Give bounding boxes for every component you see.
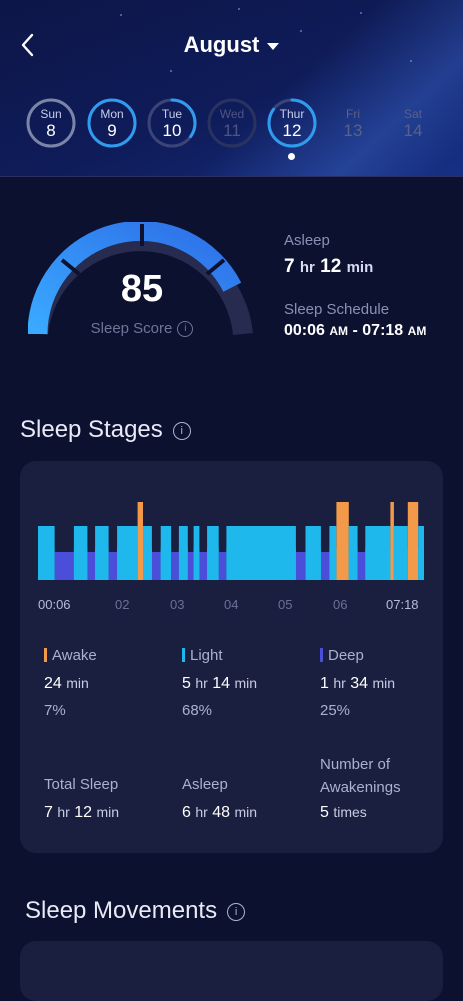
day-name: Tue (161, 107, 183, 121)
asleep-label: Asleep (284, 232, 330, 249)
segment-deep (108, 552, 118, 580)
day-date: 9 (107, 121, 117, 140)
month-label: August (183, 32, 260, 57)
schedule-value: 00:06 AM - 07:18 AM (284, 322, 427, 339)
day-name: Fri (346, 107, 360, 121)
header-divider (0, 176, 463, 177)
info-icon[interactable]: i (227, 902, 246, 921)
asleep-stat-label: Asleep (182, 776, 228, 793)
segment-light-base (193, 548, 200, 580)
segment-light-base (160, 548, 172, 580)
awake-swatch (44, 648, 47, 662)
light-percent: 68% (182, 702, 213, 719)
day-name: Wed (219, 107, 245, 121)
sleep-movements-title: Sleep Movements i (25, 897, 246, 925)
segment-deep (171, 552, 179, 580)
light-value: 5 hr 14 min (182, 675, 258, 692)
header-background-glow (182, 0, 463, 176)
total-sleep-label: Total Sleep (44, 776, 119, 793)
deep-value: 1 hr 34 min (320, 675, 396, 692)
sleep-score-label: Sleep Score (90, 320, 173, 337)
day-date: 11 (223, 121, 241, 140)
day-name: Sun (40, 107, 62, 121)
segment-light-base (207, 548, 219, 580)
total-sleep-value: 7 hr 12 min (44, 804, 120, 821)
month-selector[interactable]: August (0, 32, 463, 58)
info-icon[interactable]: i (172, 421, 191, 440)
segment-awake (390, 502, 394, 580)
schedule-label: Sleep Schedule (284, 301, 390, 318)
selected-day-indicator (288, 153, 295, 160)
caret-down-icon (267, 42, 280, 50)
segment-light-base (95, 548, 109, 580)
awake-value: 24 min (44, 675, 89, 692)
segment-light-base (329, 548, 337, 580)
time-tick: 07:18 (386, 597, 419, 612)
sleep-stages-chart (38, 502, 424, 580)
day-name: Thur (279, 107, 305, 121)
segment-light-base (117, 548, 138, 580)
segment-light-base (393, 548, 408, 580)
segment-light-base (143, 548, 152, 580)
segment-awake (137, 502, 143, 580)
segment-deep (357, 552, 366, 580)
day-mon[interactable]: Mon 9 (87, 98, 137, 148)
day-date: 14 (403, 121, 423, 140)
segment-deep (199, 552, 207, 580)
segment-light-base (348, 548, 358, 580)
light-legend: Light (182, 647, 223, 664)
segment-deep (295, 552, 306, 580)
segment-light-base (38, 548, 55, 580)
sleep-score-value: 85 (120, 268, 164, 310)
day-tue[interactable]: Tue 10 (147, 98, 197, 148)
time-tick: 05 (278, 597, 293, 612)
time-tick: 06 (333, 597, 348, 612)
day-date: 13 (343, 121, 363, 140)
segment-light-base (226, 548, 296, 580)
segment-deep (187, 552, 194, 580)
light-swatch (182, 648, 185, 662)
segment-deep (87, 552, 96, 580)
deep-swatch (320, 648, 323, 662)
day-fri[interactable]: Fri 13 (328, 98, 378, 148)
segment-deep (218, 552, 227, 580)
day-date: 10 (162, 121, 182, 140)
segment-awake (407, 502, 419, 580)
time-tick: 04 (224, 597, 239, 612)
awake-percent: 7% (44, 702, 66, 719)
segment-light-base (73, 548, 88, 580)
segment-deep (54, 552, 74, 580)
awake-legend: Awake (44, 647, 97, 664)
day-thur[interactable]: Thur 12 (267, 98, 317, 148)
segment-light-base (418, 548, 424, 580)
time-tick: 00:06 (38, 597, 71, 612)
segment-light-base (365, 548, 391, 580)
segment-deep (320, 552, 330, 580)
day-wed[interactable]: Wed 11 (207, 98, 257, 148)
time-tick: 03 (170, 597, 185, 612)
deep-legend: Deep (320, 647, 364, 664)
day-name: Mon (100, 107, 124, 121)
segment-light-base (305, 548, 321, 580)
sleep-movements-card (20, 941, 443, 1001)
asleep-value: 7 hr 12 min (284, 256, 374, 277)
day-sat[interactable]: Sat 14 (388, 98, 438, 148)
deep-percent: 25% (320, 702, 351, 719)
day-sun[interactable]: Sun 8 (26, 98, 76, 148)
sleep-stages-title: Sleep Stages i (20, 416, 191, 444)
time-tick: 02 (115, 597, 130, 612)
date-header (0, 0, 463, 176)
sleep-score-label-row: Sleep Score i (58, 320, 226, 338)
segment-deep (151, 552, 161, 580)
segment-awake (336, 502, 349, 580)
segment-light-base (178, 548, 188, 580)
awakenings-value: 5 times (320, 804, 367, 821)
awakenings-label: Number of Awakenings (320, 756, 401, 796)
day-name: Sat (403, 107, 422, 121)
day-date: 12 (282, 121, 302, 140)
asleep-stat-value: 6 hr 48 min (182, 804, 258, 821)
info-icon[interactable]: i (177, 321, 194, 338)
day-date: 8 (46, 121, 56, 140)
